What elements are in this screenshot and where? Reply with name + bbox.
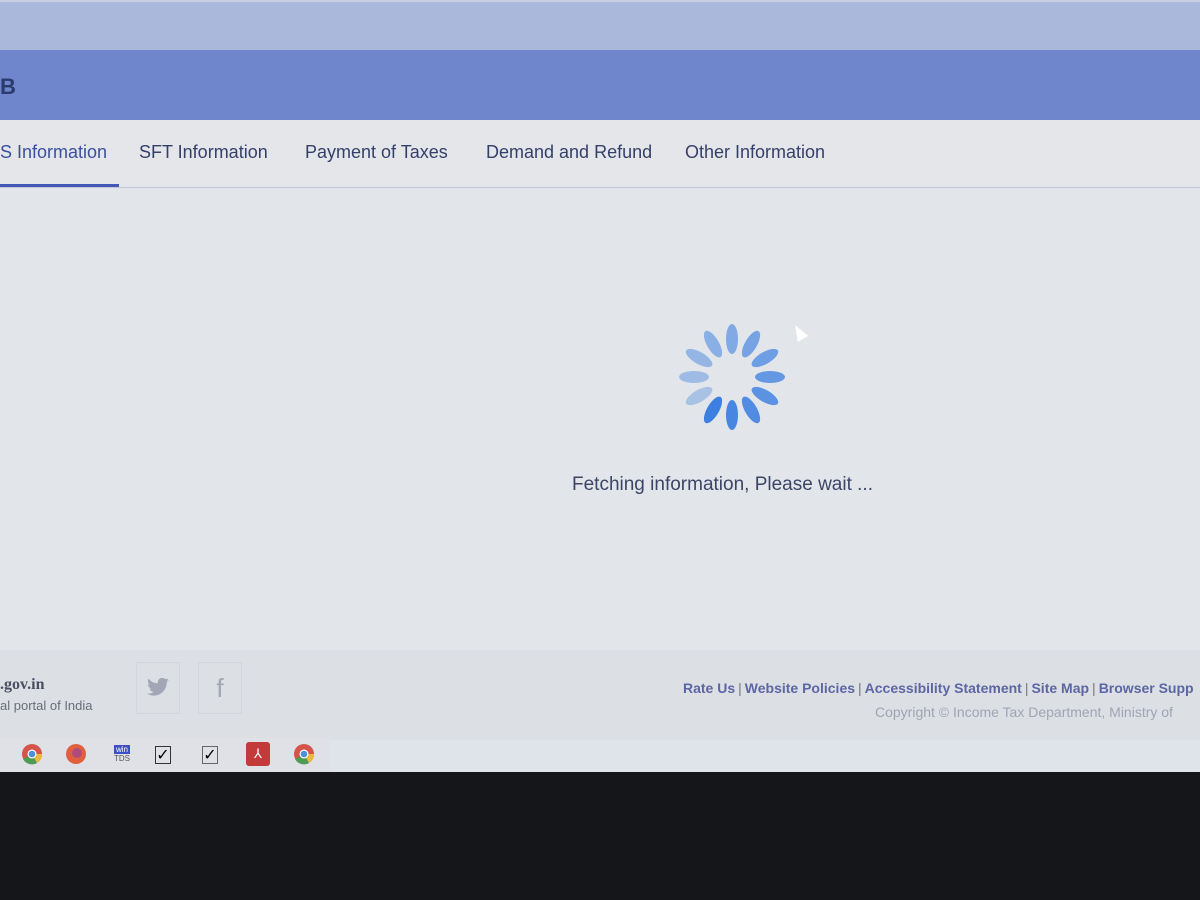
monitor-bezel — [0, 772, 1200, 900]
content-area — [0, 189, 1200, 649]
accessibility-statement-link[interactable]: Accessibility Statement — [865, 680, 1022, 696]
active-tab-indicator — [0, 184, 119, 187]
checkbox-app-icon-2[interactable]: ✓ — [202, 746, 218, 764]
site-map-link[interactable]: Site Map — [1031, 680, 1089, 696]
loading-message: Fetching information, Please wait ... — [572, 474, 873, 495]
copyright-text: Copyright © Income Tax Department, Minis… — [875, 704, 1173, 720]
tab-bar: S Information SFT Information Payment of… — [0, 120, 1200, 188]
tab-demand-and-refund[interactable]: Demand and Refund — [486, 142, 652, 163]
browser-strip — [0, 0, 1200, 50]
checkbox-app-icon[interactable]: ✓ — [155, 746, 171, 764]
loading-spinner-icon — [679, 324, 785, 430]
spinner-petal — [726, 324, 738, 354]
chrome-icon[interactable] — [20, 742, 44, 766]
taskbar: win TDS ✓ ✓ ⅄ — [0, 738, 330, 772]
twitter-icon[interactable] — [136, 662, 180, 714]
tab-payment-of-taxes[interactable]: Payment of Taxes — [305, 142, 448, 163]
spinner-petal — [679, 371, 709, 383]
footer-domain: .gov.in — [0, 676, 45, 693]
wintds-icon[interactable]: win TDS — [110, 742, 134, 766]
footer-tagline: al portal of India — [0, 698, 93, 713]
website-policies-link[interactable]: Website Policies — [745, 680, 855, 696]
chrome-icon-2[interactable] — [292, 742, 316, 766]
footer: .gov.in al portal of India f Rate Us | Web… — [0, 650, 1200, 740]
tab-tds-information[interactable]: S Information — [0, 142, 107, 163]
acrobat-icon[interactable]: ⅄ — [246, 742, 270, 766]
firefox-icon[interactable] — [64, 742, 88, 766]
facebook-icon[interactable]: f — [198, 662, 242, 714]
browser-support-link[interactable]: Browser Supp — [1099, 680, 1194, 696]
tab-sft-information[interactable]: SFT Information — [139, 142, 268, 163]
rate-us-link[interactable]: Rate Us — [683, 680, 735, 696]
site-header: B — [0, 50, 1200, 120]
tab-other-information[interactable]: Other Information — [685, 142, 825, 163]
spinner-petal — [726, 400, 738, 430]
header-title: B — [0, 74, 16, 99]
footer-links: Rate Us | Website Policies | Accessibility S… — [683, 680, 1194, 696]
spinner-petal — [755, 371, 785, 383]
